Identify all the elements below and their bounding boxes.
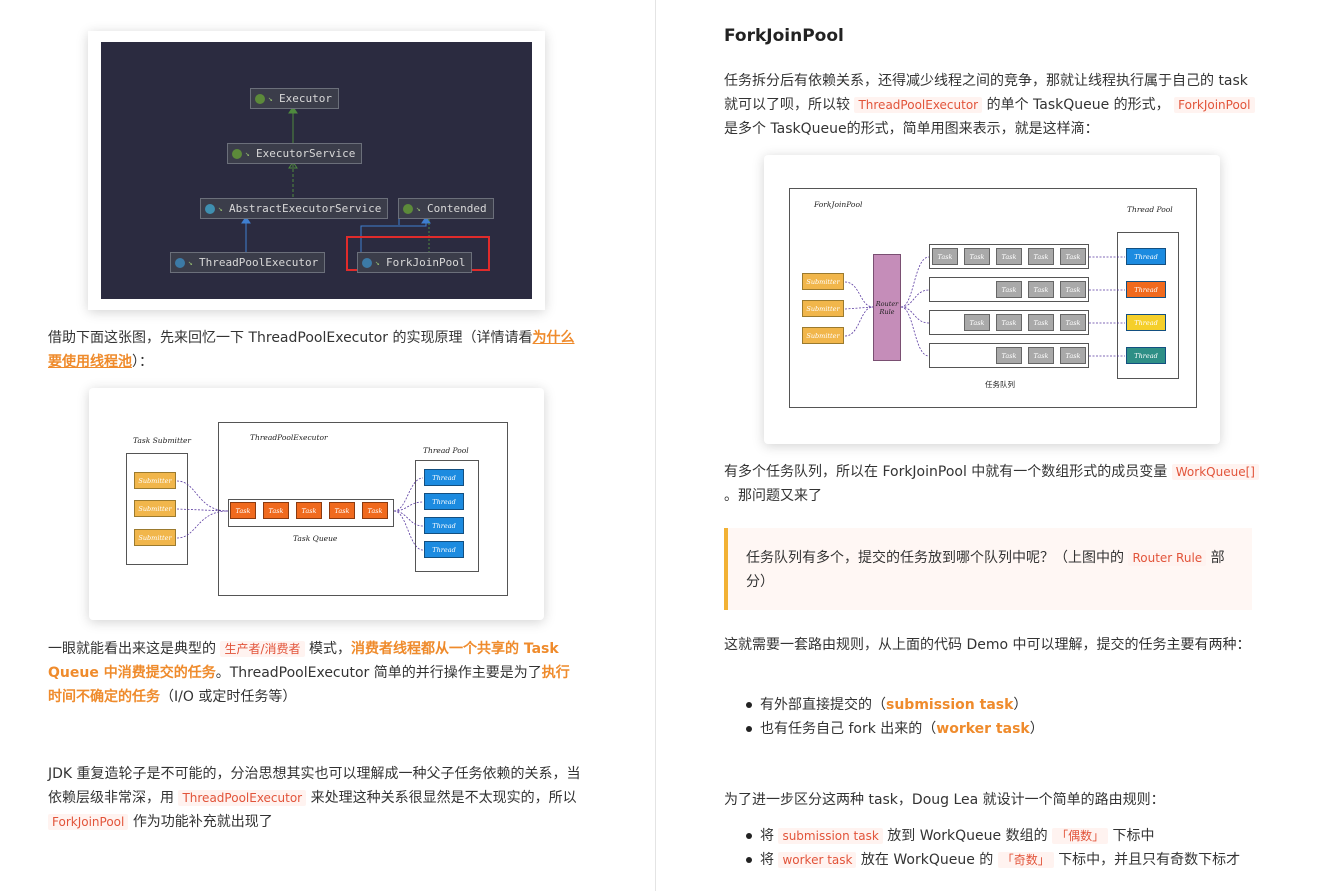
public-icon: ↘	[218, 203, 223, 213]
executor-node: ↘ Executor	[250, 88, 339, 109]
paragraph-producer-consumer: 一眼就能看出来这是典型的 生产者/消费者 模式，消费者线程都从一个共享的 Tas…	[48, 637, 578, 709]
class-diagram-card: ↘ Executor ↘ ExecutorService ↘ AbstractE…	[88, 31, 545, 310]
text-b: ）	[1013, 697, 1028, 713]
public-icon: ↘	[188, 257, 193, 267]
contended-label: Contended	[427, 202, 487, 215]
even-index-code: 「偶数」	[1052, 828, 1109, 844]
class-icon	[362, 257, 372, 268]
quote-text: 任务队列有多个，提交的任务放到哪个队列中呢？（上图中的 Router Rule …	[746, 546, 1234, 594]
fork-join-pool-node: ↘ ForkJoinPool	[357, 252, 473, 273]
text-a: 有外部直接提交的（	[760, 697, 886, 713]
contended-node: ↘ Contended	[398, 198, 494, 219]
text-c: 下标中	[1112, 828, 1155, 844]
fjp-diagram: ForkJoinPool Thread Pool Submitter Submi…	[772, 163, 1212, 436]
tpe-diagram-card: Task Submitter Submitter Submitter Submi…	[89, 388, 544, 620]
list-item: 将 worker task 放在 WorkQueue 的 「奇数」 下标中，并且…	[724, 848, 1284, 872]
class-icon	[175, 257, 185, 268]
paragraph-text: 借助下面这张图，先来回忆一下 ThreadPoolExecutor 的实现原理（…	[48, 330, 533, 346]
submission-task-code: submission task	[778, 828, 883, 844]
fjp-code: ForkJoinPool	[1174, 97, 1255, 113]
thread-pool-executor-node: ↘ ThreadPoolExecutor	[170, 252, 326, 273]
list-item: 将 submission task 放到 WorkQueue 数组的 「偶数」 …	[724, 824, 1284, 848]
text-a: 任务队列有多个，提交的任务放到哪个队列中呢？（上图中的	[746, 550, 1124, 566]
paragraph-routing: 这就需要一套路由规则，从上面的代码 Demo 中可以理解，提交的任务主要有两种：	[724, 637, 1251, 653]
abstract-executor-service-node: ↘ AbstractExecutorService	[200, 198, 389, 219]
public-icon: ↘	[375, 257, 380, 267]
paragraph-tpe-intro: 借助下面这张图，先来回忆一下 ThreadPoolExecutor 的实现原理（…	[48, 326, 578, 374]
class-diagram: ↘ Executor ↘ ExecutorService ↘ AbstractE…	[88, 31, 545, 310]
blockquote: 任务队列有多个，提交的任务放到哪个队列中呢？（上图中的 Router Rule …	[724, 528, 1252, 610]
executor-service-label: ExecutorService	[256, 147, 356, 160]
public-icon: ↘	[416, 203, 421, 213]
text-b: 放到 WorkQueue 数组的	[887, 828, 1048, 844]
list-item: 有外部直接提交的（submission task）	[724, 693, 1260, 717]
text-b: 来处理这种关系很显然是不太现实的，所以	[310, 790, 577, 806]
annotation-icon	[403, 203, 413, 214]
producer-consumer-code: 生产者/消费者	[220, 641, 305, 657]
left-column: ↘ Executor ↘ ExecutorService ↘ AbstractE…	[0, 0, 655, 891]
public-icon: ↘	[245, 148, 250, 158]
list-item: 也有任务自己 fork 出来的（worker task）	[724, 717, 1260, 741]
text-c: 下标中，并且只有奇数下标才	[1058, 852, 1241, 868]
text-c: 作为功能补充就出现了	[132, 814, 273, 830]
worker-task-highlight: worker task	[936, 721, 1030, 737]
workqueue-code: WorkQueue[]	[1171, 464, 1259, 480]
executor-label: Executor	[279, 92, 332, 105]
abstract-class-icon	[205, 203, 215, 214]
interface-icon	[232, 148, 242, 159]
text-b: 的单个 TaskQueue 的形式，	[986, 97, 1170, 113]
tpe-code: ThreadPoolExecutor	[178, 790, 307, 806]
interface-icon	[255, 93, 265, 104]
fjp-code: ForkJoinPool	[48, 814, 129, 830]
abstract-executor-service-label: AbstractExecutorService	[229, 202, 382, 215]
text-b: 。那问题又来了	[724, 488, 822, 504]
odd-index-code: 「奇数」	[997, 852, 1054, 868]
text-a: 将	[760, 852, 774, 868]
router-rule-code: Router Rule	[1128, 550, 1207, 566]
submission-task-highlight: submission task	[886, 697, 1014, 713]
text-b: 放在 WorkQueue 的	[860, 852, 994, 868]
text-a: 一眼就能看出来这是典型的	[48, 641, 216, 657]
executor-service-node: ↘ ExecutorService	[227, 143, 363, 164]
text-a: 将	[760, 828, 774, 844]
tpe-arrows	[176, 477, 424, 551]
right-column: ForkJoinPool 任务拆分后有依赖关系，还得减少线程之间的竞争，那就让线…	[656, 0, 1323, 891]
paragraph-fjp-intro: 任务拆分后有依赖关系，还得减少线程之间的竞争，那就让线程执行属于自己的 task…	[724, 69, 1260, 141]
worker-task-code: worker task	[778, 852, 857, 868]
tpe-diagram: Task Submitter Submitter Submitter Submi…	[97, 396, 536, 612]
text-b: 模式，	[308, 641, 351, 657]
text-b: ）	[1029, 721, 1044, 737]
tpe-code: ThreadPoolExecutor	[854, 97, 983, 113]
text-a: 也有任务自己 fork 出来的（	[760, 721, 937, 737]
routing-rule-list: 将 submission task 放到 WorkQueue 数组的 「偶数」 …	[724, 824, 1284, 872]
paragraph-workqueue: 有多个任务队列，所以在 ForkJoinPool 中就有一个数组形式的成员变量 …	[724, 460, 1260, 508]
task-type-list: 有外部直接提交的（submission task） 也有任务自己 fork 出来…	[724, 693, 1260, 741]
thread-pool-executor-label: ThreadPoolExecutor	[199, 256, 319, 269]
public-icon: ↘	[268, 93, 273, 103]
paragraph-tail: ）：	[132, 354, 153, 370]
paragraph-doug-lea: 为了进一步区分这两种 task，Doug Lea 就设计一个简单的路由规则：	[724, 792, 1165, 808]
text-d: （I/O 或定时任务等）	[160, 689, 297, 705]
text-c: 。ThreadPoolExecutor 简单的并行操作主要是为了	[215, 665, 542, 681]
paragraph-jdk: JDK 重复造轮子是不可能的，分治思想其实也可以理解成一种父子任务依赖的关系，当…	[48, 762, 583, 834]
text-a: 有多个任务队列，所以在 ForkJoinPool 中就有一个数组形式的成员变量	[724, 464, 1168, 480]
fjp-arrows	[844, 256, 1125, 357]
text-c: 是多个 TaskQueue的形式，简单用图来表示，就是这样滴：	[724, 121, 1099, 137]
section-heading: ForkJoinPool	[724, 26, 844, 46]
fork-join-pool-label: ForkJoinPool	[386, 256, 466, 269]
fjp-diagram-card: ForkJoinPool Thread Pool Submitter Submi…	[764, 155, 1220, 444]
